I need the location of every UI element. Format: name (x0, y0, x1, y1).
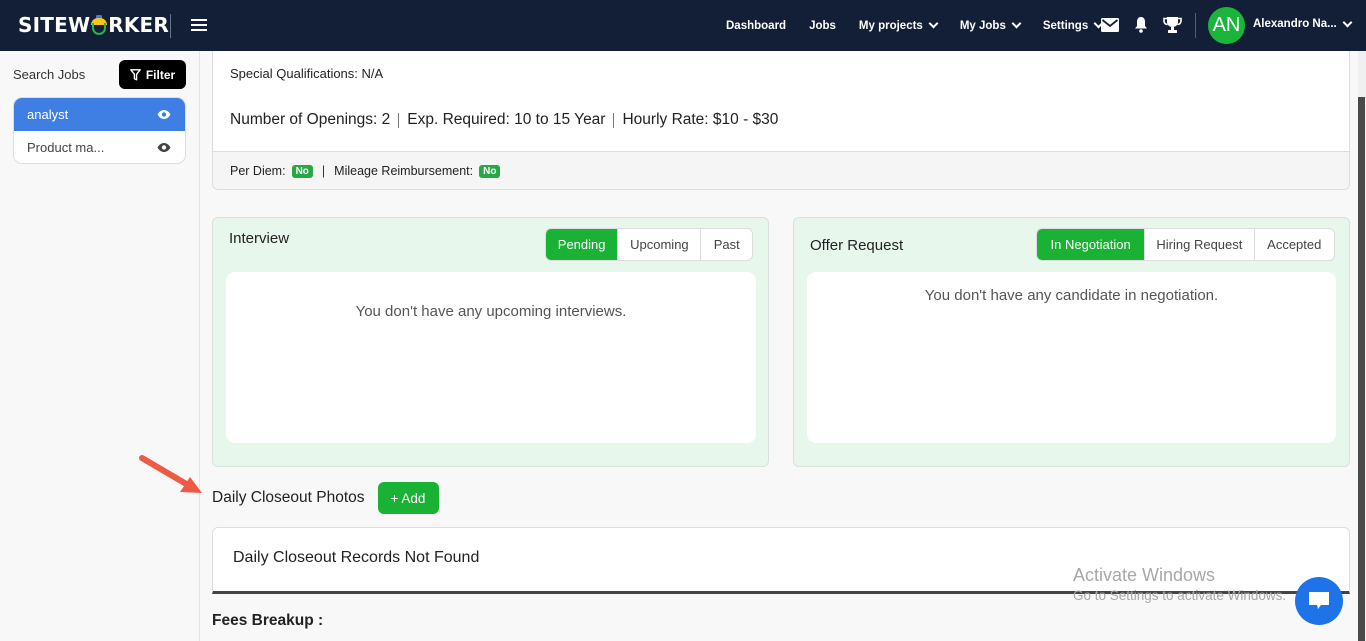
offer-request-title: Offer Request (810, 237, 904, 254)
scrollbar-thumb[interactable] (1358, 97, 1365, 641)
nav-jobs[interactable]: Jobs (809, 20, 836, 32)
tab-accepted[interactable]: Accepted (1253, 229, 1334, 260)
daily-closeout-records: Daily Closeout Records Not Found (212, 527, 1350, 594)
chevron-down-icon (1011, 18, 1022, 29)
logo-text-end: RKER (108, 13, 169, 37)
job-list: analyst Product ma... (13, 97, 186, 164)
job-item-product-manager[interactable]: Product ma... (14, 131, 185, 163)
experience-required: Exp. Required: 10 to 15 Year (407, 111, 606, 128)
mail-icon[interactable] (1101, 18, 1119, 32)
divider (613, 112, 615, 128)
top-navbar: SITEW RKER Dashboard Jobs My projects My… (0, 0, 1366, 51)
nav-my-jobs[interactable]: My Jobs (960, 18, 1022, 32)
add-closeout-button[interactable]: + Add (377, 482, 439, 514)
eye-icon[interactable] (157, 143, 171, 152)
filter-button[interactable]: Filter (119, 60, 186, 89)
user-menu[interactable]: Alexandro Na... (1253, 17, 1353, 30)
job-stats: Number of Openings: 2 Exp. Required: 10 … (230, 111, 778, 129)
tab-past[interactable]: Past (700, 229, 752, 260)
eye-icon[interactable] (157, 110, 171, 119)
nav-dashboard[interactable]: Dashboard (726, 20, 786, 32)
interview-empty-message: You don't have any upcoming interviews. (355, 303, 627, 320)
filter-icon (129, 68, 141, 80)
closeout-empty-message: Daily Closeout Records Not Found (233, 549, 480, 566)
nav-my-projects[interactable]: My projects (859, 18, 939, 32)
reimbursement-row: Per Diem: No | Mileage Reimbursement: No (213, 151, 1349, 189)
page-scrollbar[interactable] (1358, 51, 1366, 641)
offer-tabs: In Negotiation Hiring Request Accepted (1036, 228, 1335, 261)
hourly-rate: Hourly Rate: $10 - $30 (622, 111, 779, 128)
nav-separator (1195, 13, 1196, 38)
sidebar: Search Jobs Filter analyst Product ma... (0, 51, 200, 641)
job-item-analyst[interactable]: analyst (14, 98, 185, 131)
search-jobs-label: Search Jobs (13, 67, 86, 82)
helmet-logo-icon (91, 15, 108, 35)
tab-pending[interactable]: Pending (546, 229, 618, 260)
divider (398, 112, 400, 128)
fees-breakup-title: Fees Breakup : (212, 612, 324, 629)
offer-request-panel: Offer Request In Negotiation Hiring Requ… (793, 217, 1350, 467)
interview-list: You don't have any upcoming interviews. (226, 272, 756, 443)
tab-in-negotiation[interactable]: In Negotiation (1037, 229, 1145, 260)
interview-panel: Interview Pending Upcoming Past You don'… (212, 217, 769, 467)
logo-text-start: SITEW (18, 13, 91, 37)
mileage-badge: No (479, 164, 501, 178)
interview-title: Interview (229, 230, 290, 247)
special-qualifications: Special Qualifications: N/A (230, 66, 384, 81)
trophy-icon[interactable] (1163, 16, 1182, 34)
per-diem-badge: No (291, 164, 313, 178)
bell-icon[interactable] (1134, 16, 1148, 33)
number-of-openings: Number of Openings: 2 (230, 111, 391, 128)
offer-empty-message: You don't have any candidate in negotiat… (924, 287, 1219, 304)
siteworker-logo[interactable]: SITEW RKER (18, 13, 169, 37)
chevron-down-icon (928, 18, 939, 29)
tab-upcoming[interactable]: Upcoming (617, 229, 700, 260)
annotation-arrow-icon (139, 455, 202, 493)
main-nav: Dashboard Jobs My projects My Jobs Setti… (726, 0, 1125, 51)
daily-closeout-header: Daily Closeout Photos + Add (212, 482, 439, 514)
interview-tabs: Pending Upcoming Past (545, 228, 753, 261)
chat-button[interactable] (1295, 577, 1343, 625)
hamburger-menu-icon[interactable] (191, 19, 207, 31)
tab-hiring-request[interactable]: Hiring Request (1144, 229, 1253, 260)
job-details-card: Special Qualifications: N/A Number of Op… (212, 51, 1350, 190)
user-avatar[interactable]: AN (1208, 7, 1245, 44)
nav-settings[interactable]: Settings (1043, 18, 1104, 32)
offer-list: You don't have any candidate in negotiat… (807, 272, 1336, 443)
main-content: Special Qualifications: N/A Number of Op… (200, 51, 1358, 641)
chevron-down-icon (1342, 17, 1353, 27)
chat-bubble-icon (1309, 592, 1329, 609)
logo-divider (170, 14, 171, 38)
daily-closeout-title: Daily Closeout Photos (212, 489, 365, 506)
